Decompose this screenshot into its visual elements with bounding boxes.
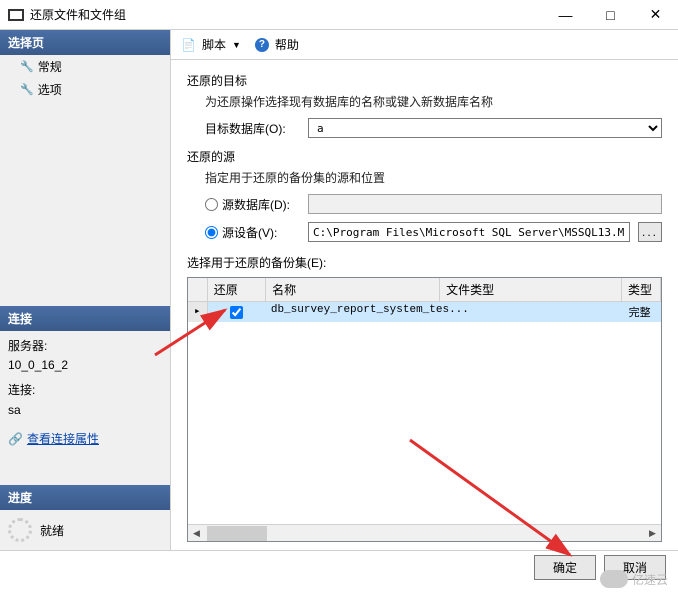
maximize-button[interactable]: □ bbox=[588, 0, 633, 29]
col-type-header[interactable]: 类型 bbox=[622, 278, 661, 301]
chevron-down-icon[interactable]: ▼ bbox=[232, 40, 241, 50]
source-db-radio[interactable] bbox=[205, 198, 218, 211]
target-db-select[interactable]: a bbox=[308, 118, 662, 138]
row-header[interactable]: ▸ bbox=[188, 302, 208, 322]
grid-corner bbox=[188, 278, 208, 301]
backup-sets-grid: 还原 名称 文件类型 类型 ▸ db_survey_report_system_… bbox=[187, 277, 662, 542]
minimize-button[interactable]: — bbox=[543, 0, 588, 29]
wrench-icon: 🔧 bbox=[20, 83, 34, 96]
cloud-icon bbox=[600, 570, 628, 588]
script-button[interactable]: 脚本 bbox=[202, 36, 226, 53]
scroll-thumb[interactable] bbox=[207, 526, 267, 541]
source-device-path[interactable] bbox=[308, 222, 630, 242]
col-restore-header[interactable]: 还原 bbox=[208, 278, 266, 301]
source-db-select-disabled bbox=[308, 194, 662, 214]
col-name-header[interactable]: 名称 bbox=[266, 278, 440, 301]
source-device-radio[interactable] bbox=[205, 226, 218, 239]
ok-button[interactable]: 确定 bbox=[534, 555, 596, 580]
source-section-desc: 指定用于还原的备份集的源和位置 bbox=[205, 169, 662, 186]
target-section-desc: 为还原操作选择现有数据库的名称或键入新数据库名称 bbox=[205, 93, 662, 110]
source-device-radio-label[interactable]: 源设备(V): bbox=[205, 224, 300, 241]
sidebar-connection-header: 连接 bbox=[0, 306, 170, 331]
conn-label: 连接: bbox=[8, 381, 162, 400]
wrench-icon: 🔧 bbox=[20, 60, 34, 73]
server-value: 10_0_16_2 bbox=[8, 356, 162, 375]
sidebar-item-options[interactable]: 🔧 选项 bbox=[0, 78, 170, 101]
progress-status: 就绪 bbox=[40, 522, 64, 539]
scroll-left-icon[interactable]: ◀ bbox=[188, 528, 205, 539]
restore-checkbox[interactable] bbox=[230, 306, 243, 319]
watermark: 亿速云 bbox=[600, 570, 668, 588]
sidebar-item-label: 选项 bbox=[38, 81, 62, 98]
help-icon: ? bbox=[255, 38, 269, 52]
browse-button[interactable]: ... bbox=[638, 222, 662, 242]
row-filetype bbox=[445, 302, 623, 322]
source-section-title: 还原的源 bbox=[187, 148, 662, 165]
window-icon bbox=[8, 9, 24, 21]
backup-sets-label: 选择用于还原的备份集(E): bbox=[187, 254, 662, 271]
row-name: db_survey_report_system_tes... bbox=[265, 302, 445, 322]
sidebar-progress-header: 进度 bbox=[0, 485, 170, 510]
sidebar-select-page-header: 选择页 bbox=[0, 30, 170, 55]
help-button[interactable]: 帮助 bbox=[275, 36, 299, 53]
horizontal-scrollbar[interactable]: ◀ ▶ bbox=[188, 524, 661, 541]
window-title: 还原文件和文件组 bbox=[30, 6, 543, 23]
target-db-label: 目标数据库(O): bbox=[205, 120, 300, 137]
view-connection-props-link[interactable]: 查看连接属性 bbox=[27, 430, 99, 449]
sidebar-item-general[interactable]: 🔧 常规 bbox=[0, 55, 170, 78]
source-db-radio-label[interactable]: 源数据库(D): bbox=[205, 196, 300, 213]
conn-value: sa bbox=[8, 401, 162, 420]
close-button[interactable]: ✕ bbox=[633, 0, 678, 29]
scroll-right-icon[interactable]: ▶ bbox=[644, 528, 661, 539]
row-type: 完整 bbox=[623, 302, 661, 322]
sidebar-item-label: 常规 bbox=[38, 58, 62, 75]
connection-icon: 🔗 bbox=[8, 430, 23, 449]
server-label: 服务器: bbox=[8, 337, 162, 356]
script-icon: 📄 bbox=[181, 38, 196, 52]
target-section-title: 还原的目标 bbox=[187, 72, 662, 89]
col-filetype-header[interactable]: 文件类型 bbox=[440, 278, 622, 301]
table-row[interactable]: ▸ db_survey_report_system_tes... 完整 bbox=[188, 302, 661, 322]
progress-spinner-icon bbox=[8, 518, 32, 542]
